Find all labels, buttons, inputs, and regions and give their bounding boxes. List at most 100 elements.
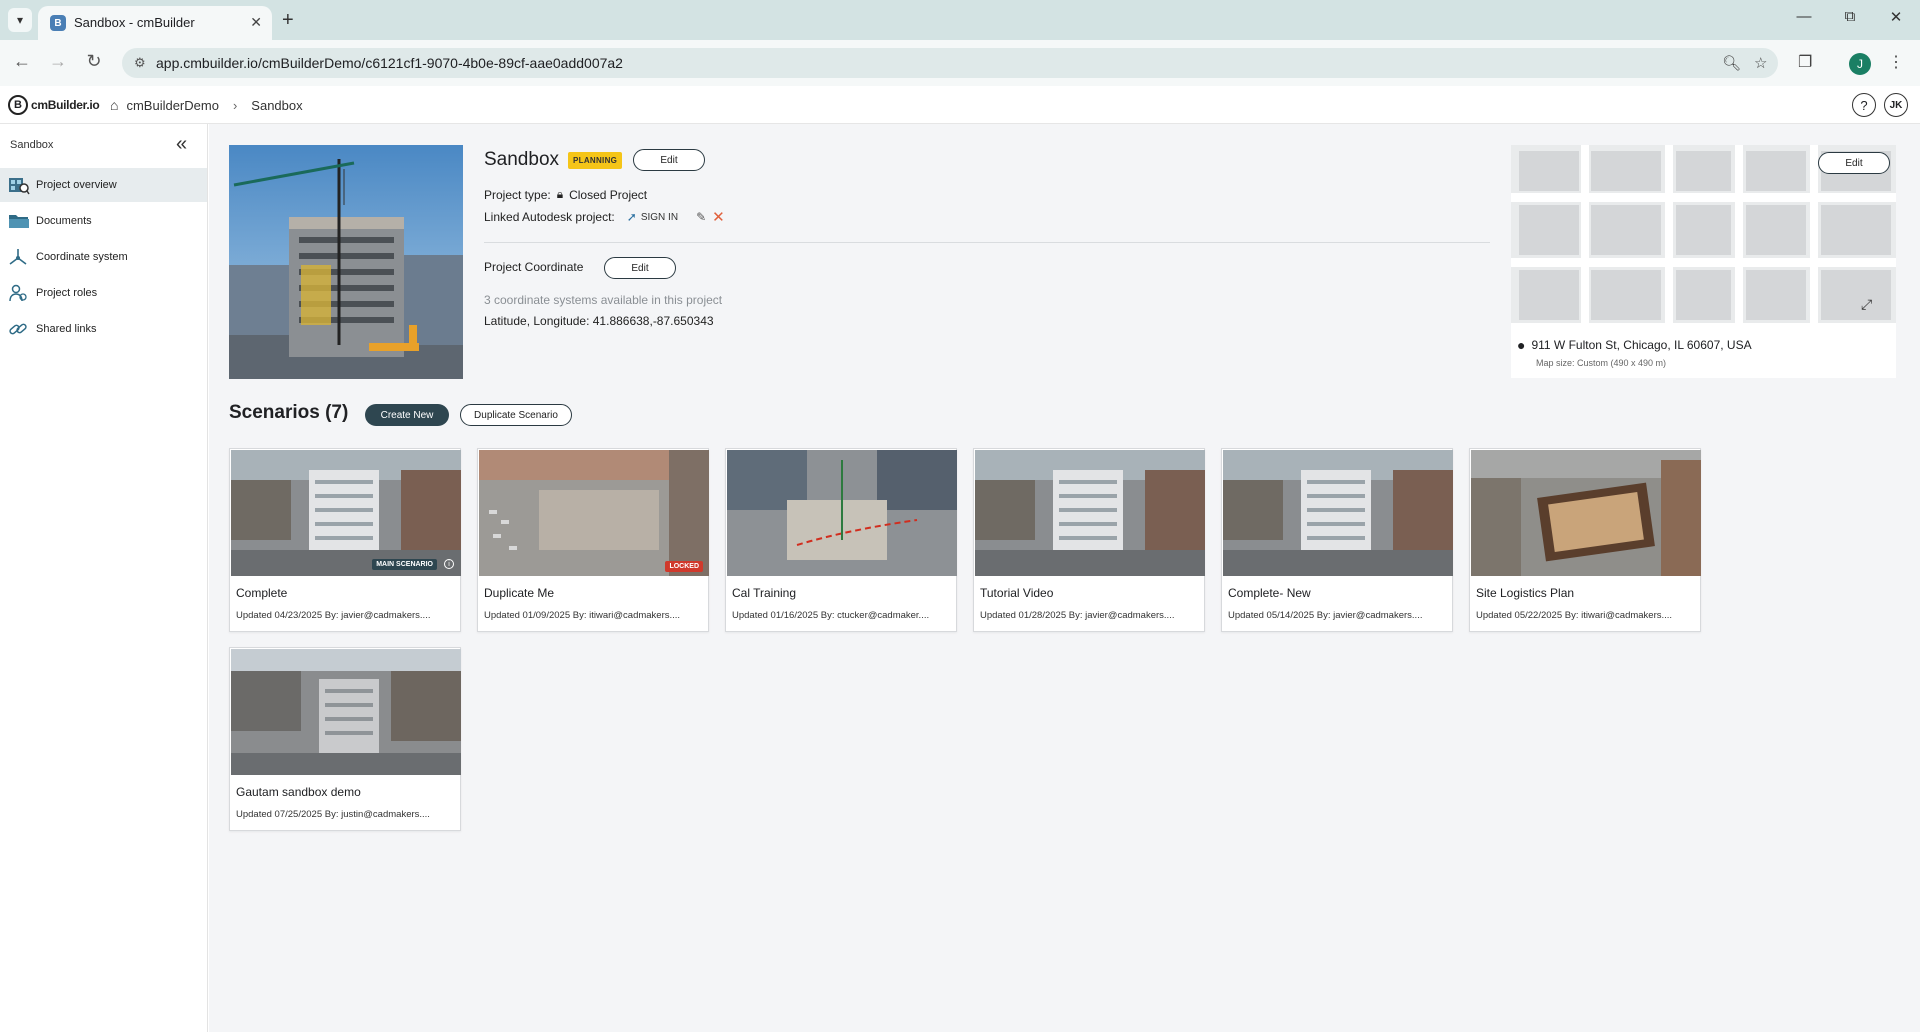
expand-map-icon[interactable]: ⤢ [1861,296,1872,313]
unlink-x-icon[interactable]: ✕ [712,208,725,226]
chevron-right-icon: › [232,97,238,113]
project-type-value: Closed Project [569,187,648,202]
sidebar-item-label: Project overview [36,179,117,191]
map-size-text: Map size: Custom (490 x 490 m) [1536,358,1667,368]
project-name: Sandbox [484,149,560,170]
link-icon [8,319,36,339]
scenario-card[interactable]: Gautam sandbox demo Updated 07/25/2025 B… [229,647,461,831]
user-roles-icon [8,283,36,303]
tab-search-icon[interactable]: ▾ [8,8,32,32]
sidebar-item-label: Shared links [36,323,97,335]
scenario-card[interactable]: Complete- New Updated 05/14/2025 By: jav… [1221,448,1453,632]
duplicate-scenario-button[interactable]: Duplicate Scenario [460,404,572,426]
sidebar-item-documents[interactable]: Documents [0,204,207,238]
sidebar-item-label: Coordinate system [36,251,128,263]
url-text[interactable]: app.cmbuilder.io/cmBuilderDemo/c6121cf1-… [156,55,623,71]
browser-tab-bar: ▾ B Sandbox - cmBuilder ✕ + — ⧉ ✕ [0,0,1920,40]
breadcrumb-home[interactable]: cmBuilderDemo [126,98,218,113]
home-icon[interactable]: ⌂ [110,97,118,113]
user-avatar[interactable]: JK [1884,93,1908,117]
sidebar: Sandbox « Project overview Documents Coo… [0,124,208,1032]
autodesk-row: Linked Autodesk project: ➚ SIGN IN ✎ ✕ [484,208,725,226]
browser-tab[interactable]: B Sandbox - cmBuilder ✕ [38,6,272,40]
restore-icon[interactable]: ⧉ [1838,8,1862,25]
close-window-icon[interactable]: ✕ [1884,8,1908,26]
folder-icon [8,212,36,230]
logo-text: cmBuilder.io [31,98,100,112]
autodesk-signin-button[interactable]: ➚ SIGN IN [627,210,678,224]
scenario-card[interactable]: LOCKED Duplicate Me Updated 01/09/2025 B… [477,448,709,632]
help-icon[interactable]: ? [1852,93,1876,117]
sidebar-item-coordinate-system[interactable]: Coordinate system [0,240,207,274]
scenario-thumbnail-image: MAIN SCENARIO i [231,450,461,576]
signin-label: SIGN IN [640,211,679,223]
reload-icon[interactable]: ↻ [82,51,106,72]
scenario-meta: Updated 01/09/2025 By: itiwari@cadmakers… [484,610,681,621]
lock-icon: 🔒︎ [556,187,564,201]
scenario-thumbnail-image: LOCKED [479,450,709,576]
scenario-meta: Updated 01/28/2025 By: javier@cadmakers.… [980,610,1175,621]
divider [484,242,1490,243]
project-overview-icon [8,175,36,195]
scenario-meta: Updated 04/23/2025 By: javier@cadmakers.… [236,610,431,621]
cmbuilder-logo[interactable]: B cmBuilder.io [8,95,100,115]
scenario-meta: Updated 05/22/2025 By: itiwari@cadmakers… [1476,610,1673,621]
edit-project-button[interactable]: Edit [633,149,705,171]
new-tab-icon[interactable]: + [282,8,294,32]
status-badge: PLANNING [568,152,623,169]
info-icon[interactable]: i [444,559,454,569]
locked-badge: LOCKED [665,561,703,572]
profile-avatar[interactable]: J [1849,53,1871,75]
scenario-title: Gautam sandbox demo [236,785,361,799]
scenario-title: Tutorial Video [980,586,1054,600]
coordinate-systems-text: 3 coordinate systems available in this p… [484,293,723,307]
back-icon[interactable]: ← [10,51,34,72]
project-type-label: Project type: [484,187,551,202]
scenario-card[interactable]: MAIN SCENARIO i Complete Updated 04/23/2… [229,448,461,632]
bookmark-star-icon[interactable]: ☆ [1754,54,1767,72]
scenario-card[interactable]: Tutorial Video Updated 01/28/2025 By: ja… [973,448,1205,632]
extensions-icon[interactable]: ❐ [1798,52,1812,72]
scenario-thumbnail-image [231,649,461,775]
project-coordinate-row: Project Coordinate [484,260,583,274]
edit-coordinate-button[interactable]: Edit [604,257,676,279]
scenario-card[interactable]: Cal Training Updated 01/16/2025 By: ctuc… [725,448,957,632]
address-text: 911 W Fulton St, Chicago, IL 60607, USA [1531,338,1752,352]
scenario-thumbnail-image [1223,450,1453,576]
scenario-title: Duplicate Me [484,586,555,600]
scenario-meta: Updated 01/16/2025 By: ctucker@cadmaker.… [732,610,930,621]
location-pin-icon: ● [1517,337,1526,353]
edit-map-button[interactable]: Edit [1818,152,1890,174]
zoom-icon[interactable]: 🔍︎ [1722,54,1741,72]
project-coordinate-label: Project Coordinate [484,260,584,274]
autodesk-label: Linked Autodesk project: [484,210,615,224]
minimize-icon[interactable]: — [1792,8,1816,25]
latlong-text: Latitude, Longitude: 41.886638,-87.65034… [484,314,714,328]
pencil-icon[interactable]: ✎ [696,210,706,224]
forward-icon[interactable]: → [46,51,70,72]
project-thumbnail-image [229,145,463,379]
site-info-icon[interactable]: ⚙ [134,55,146,71]
address-bar[interactable]: ⚙ app.cmbuilder.io/cmBuilderDemo/c6121cf… [122,48,1778,78]
sidebar-item-project-roles[interactable]: Project roles [0,276,207,310]
address-row: ● 911 W Fulton St, Chicago, IL 60607, US… [1517,337,1752,353]
sidebar-item-shared-links[interactable]: Shared links [0,312,207,346]
scenario-card[interactable]: Site Logistics Plan Updated 05/22/2025 B… [1469,448,1701,632]
scenario-thumbnail-image [975,450,1205,576]
project-type-row: Project type: 🔒︎ Closed Project [484,187,647,202]
map-caption: ● 911 W Fulton St, Chicago, IL 60607, US… [1511,330,1896,378]
scenario-meta: Updated 07/25/2025 By: justin@cadmakers.… [236,809,430,820]
browser-menu-icon[interactable]: ⋮ [1888,52,1904,72]
collapse-sidebar-icon[interactable]: « [176,133,187,156]
scenario-thumbnail-image [727,450,957,576]
sidebar-item-project-overview[interactable]: Project overview [0,168,207,202]
close-tab-icon[interactable]: ✕ [250,14,262,31]
breadcrumb-current: Sandbox [251,97,303,113]
scenarios-title: Scenarios (7) [229,402,349,423]
cmbuilder-favicon-icon: B [50,15,66,31]
scenario-title: Complete- New [1228,586,1311,600]
create-new-button[interactable]: Create New [365,404,449,426]
autodesk-logo-icon: ➚ [626,210,637,224]
scenario-meta: Updated 05/14/2025 By: javier@cadmakers.… [1228,610,1423,621]
logo-mark-icon: B [8,95,28,115]
